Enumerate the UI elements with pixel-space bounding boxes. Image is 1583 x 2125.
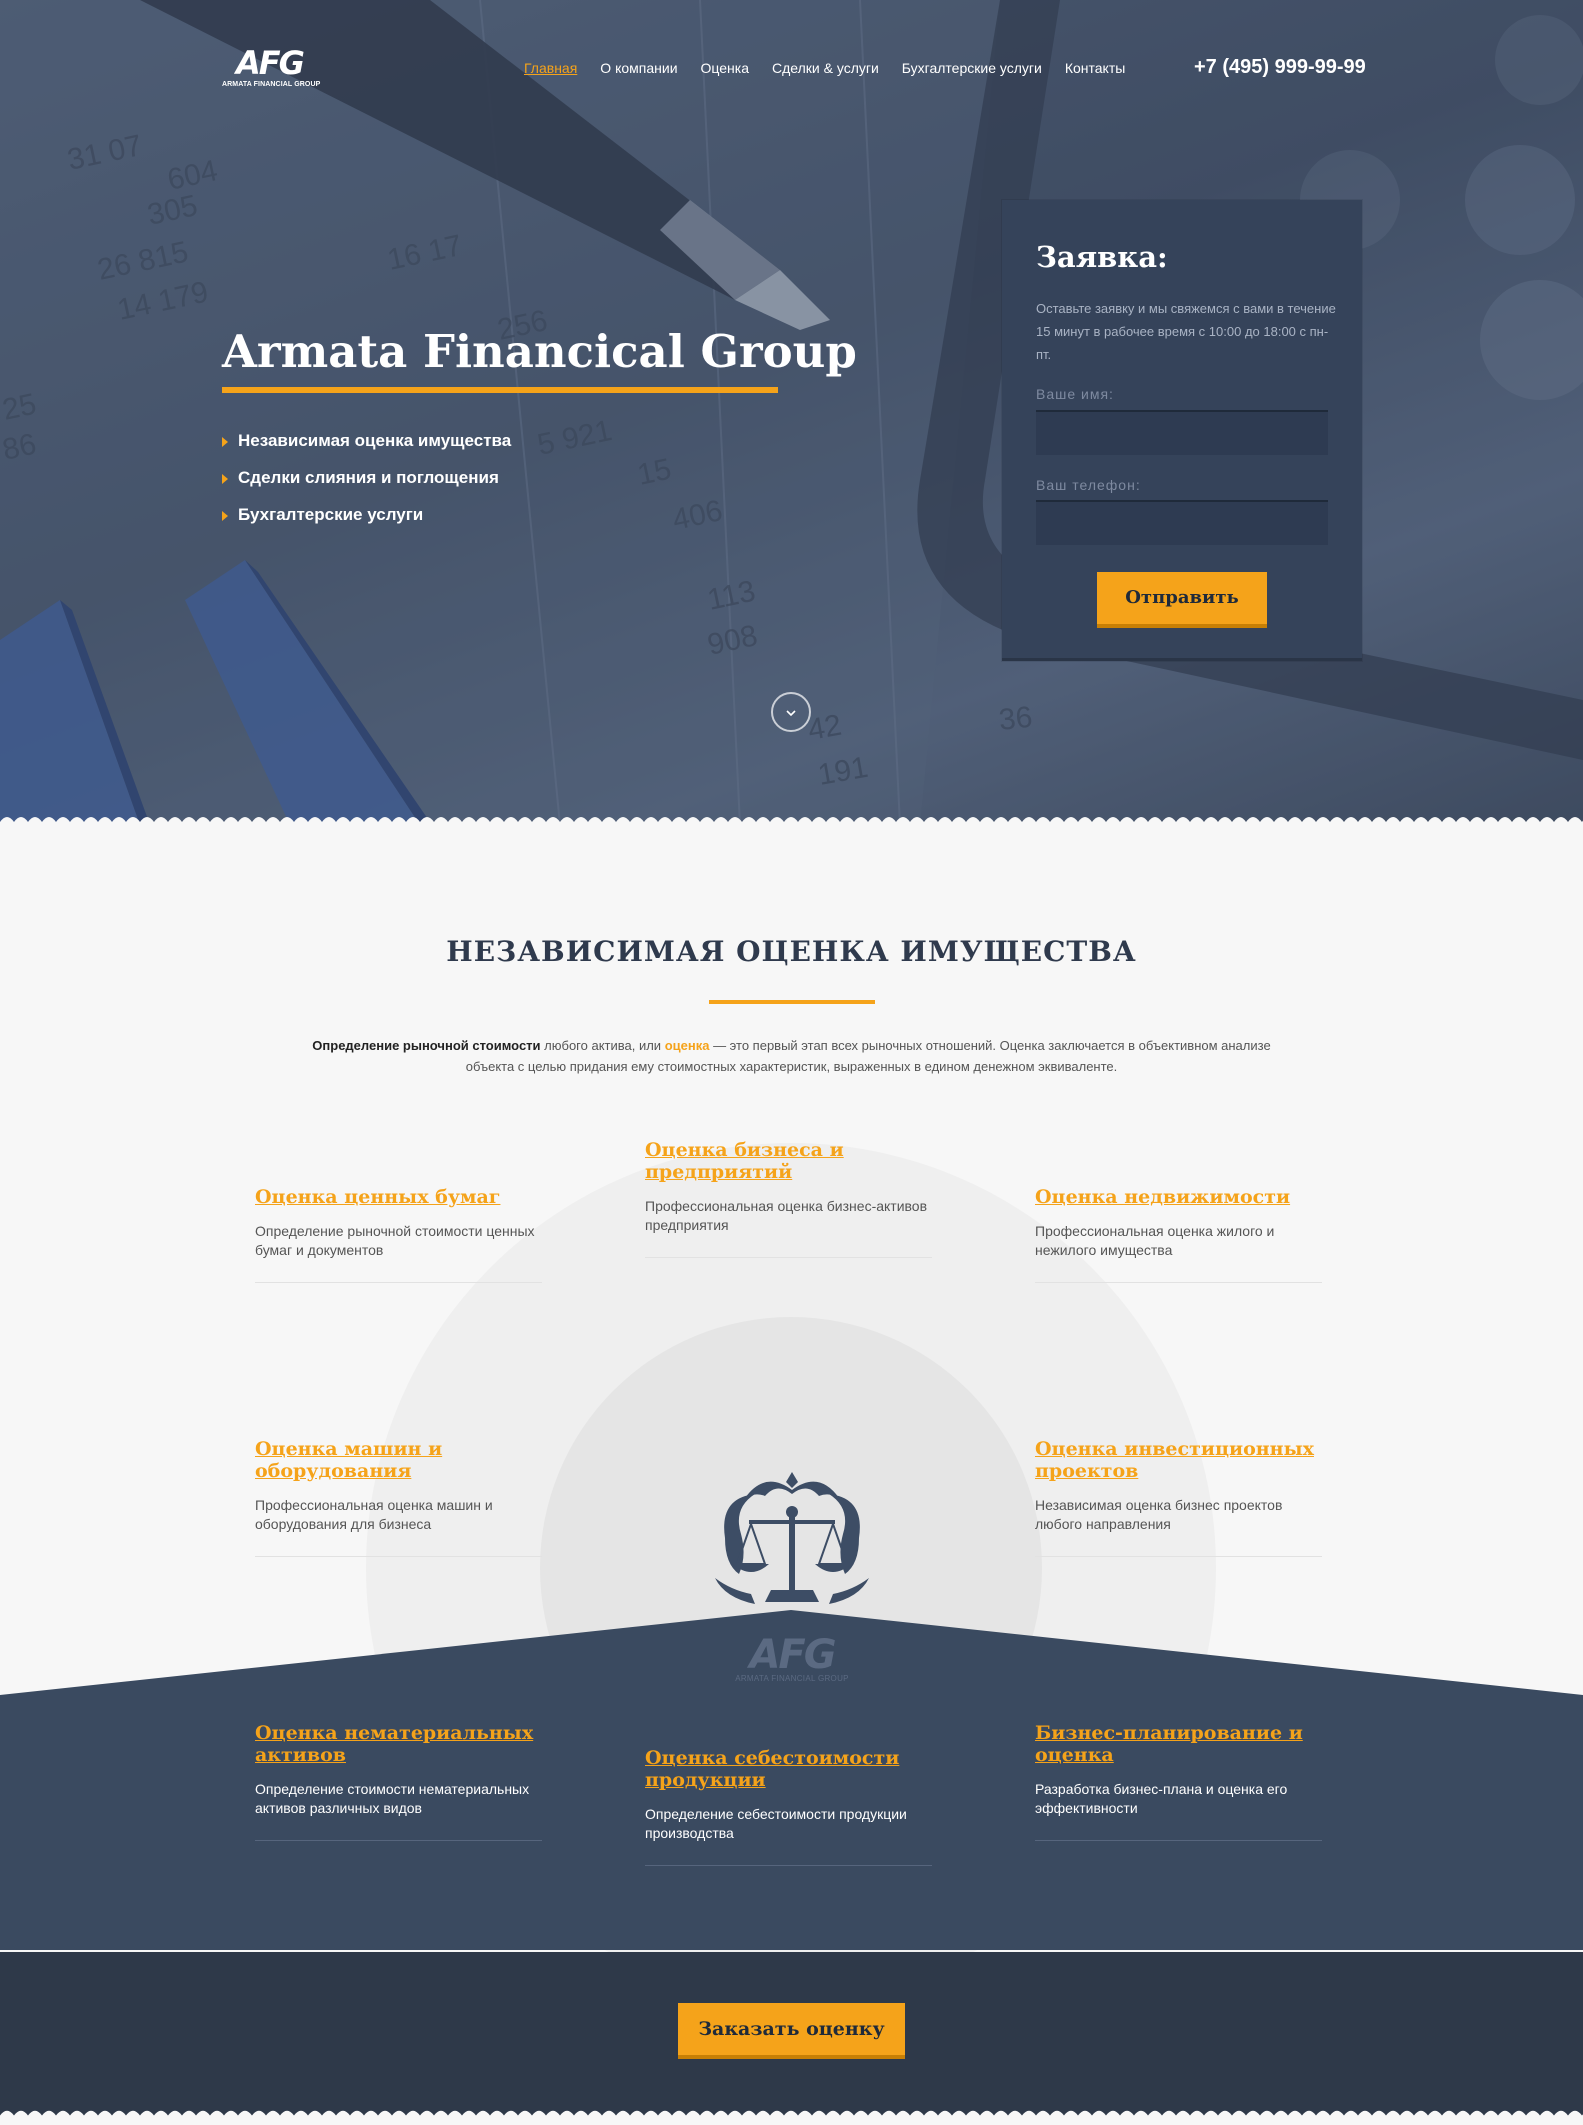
arrow-right-icon xyxy=(222,511,228,521)
service-card: Бизнес-планирование и оценка Разработка … xyxy=(1035,1722,1322,1841)
nav-item-home[interactable]: Главная xyxy=(524,60,577,76)
chevron-down-icon xyxy=(786,710,796,717)
footer-wave-divider xyxy=(0,2110,1583,2125)
service-description: Независимая оценка бизнес проектов любог… xyxy=(1035,1497,1283,1532)
hero-feature-label: Сделки слияния и поглощения xyxy=(238,468,499,487)
request-form: Заявка: Оставьте заявку и мы свяжемся с … xyxy=(1002,200,1362,661)
service-link[interactable]: Бизнес-планирование и оценка xyxy=(1035,1722,1322,1766)
service-description: Определение рыночной стоимости ценных бу… xyxy=(255,1223,535,1258)
service-link[interactable]: Оценка недвижимости xyxy=(1035,1186,1322,1208)
service-description: Профессиональная оценка бизнес-активов п… xyxy=(645,1198,928,1233)
nav-item-accounting[interactable]: Бухгалтерские услуги xyxy=(902,60,1042,76)
logo-subtitle: ARMATA FINANCIAL GROUP xyxy=(222,81,321,88)
service-link[interactable]: Оценка нематериальных активов xyxy=(255,1722,542,1766)
scroll-down-button[interactable] xyxy=(771,692,811,732)
phone-field-label: Ваш телефон: xyxy=(1036,477,1141,493)
service-card: Оценка нематериальных активов Определени… xyxy=(255,1722,542,1841)
service-link[interactable]: Оценка себестоимости продукции xyxy=(645,1747,932,1791)
hero-feature-label: Бухгалтерские услуги xyxy=(238,505,424,524)
hero-title: Armata Financical Group xyxy=(222,325,857,378)
form-title: Заявка: xyxy=(1036,240,1168,274)
nav-item-about[interactable]: О компании xyxy=(600,60,677,76)
service-link[interactable]: Оценка бизнеса и предприятий xyxy=(645,1139,932,1183)
main-nav: Главная О компании Оценка Сделки & услуг… xyxy=(524,60,1148,76)
emblem-logo-mark: AFG xyxy=(749,1632,836,1678)
service-description: Профессиональная оценка машин и оборудов… xyxy=(255,1497,493,1532)
service-link[interactable]: Оценка инвестиционных проектов xyxy=(1035,1438,1322,1482)
section-title: НЕЗАВИСИМАЯ ОЦЕНКА ИМУЩЕСТВА xyxy=(446,935,1137,968)
section-title-underline xyxy=(709,1000,875,1004)
submit-button[interactable]: Отправить xyxy=(1097,572,1267,628)
emblem-logo: AFG ARMATA FINANCIAL GROUP xyxy=(705,1632,879,1683)
form-description: Оставьте заявку и мы свяжемся с вами в т… xyxy=(1036,301,1336,362)
logo-mark: AFG xyxy=(236,44,305,82)
service-link[interactable]: Оценка ценных бумаг xyxy=(255,1186,542,1208)
order-valuation-button[interactable]: Заказать оценку xyxy=(678,2003,905,2059)
name-field-label: Ваше имя: xyxy=(1036,386,1114,402)
service-link[interactable]: Оценка машин и оборудования xyxy=(255,1438,542,1482)
service-description: Профессиональная оценка жилого и нежилог… xyxy=(1035,1223,1275,1258)
hero-feature-item: Сделки слияния и поглощения xyxy=(222,467,511,504)
site-logo[interactable]: AFG ARMATA FINANCIAL GROUP xyxy=(222,44,332,94)
section-description: Определение рыночной стоимости любого ак… xyxy=(300,1035,1283,1077)
service-description: Разработка бизнес-плана и оценка его эфф… xyxy=(1035,1781,1288,1816)
arrow-right-icon xyxy=(222,437,228,447)
nav-item-valuation[interactable]: Оценка xyxy=(701,60,750,76)
hero-title-underline xyxy=(222,387,778,393)
nav-item-contacts[interactable]: Контакты xyxy=(1065,60,1125,76)
scales-emblem-icon xyxy=(715,1472,869,1604)
nav-item-deals[interactable]: Сделки & услуги xyxy=(772,60,879,76)
emblem-logo-subtitle: ARMATA FINANCIAL GROUP xyxy=(735,1674,849,1683)
desc-highlight: оценка xyxy=(664,1038,710,1053)
hero-feature-list: Независимая оценка имущества Сделки слия… xyxy=(222,430,511,541)
phone-field[interactable] xyxy=(1036,500,1328,545)
hero-wave-divider xyxy=(0,817,1583,825)
hero-feature-label: Независимая оценка имущества xyxy=(238,431,512,450)
desc-part1: любого актива, или xyxy=(540,1038,665,1053)
hero-section: 31 07 604 305 26 815 16 17 14 179 256 25… xyxy=(0,0,1583,825)
service-card: Оценка ценных бумаг Определение рыночной… xyxy=(255,1186,542,1283)
arrow-right-icon xyxy=(222,474,228,484)
service-description: Определение себестоимости продукции прои… xyxy=(645,1806,907,1841)
service-card: Оценка себестоимости продукции Определен… xyxy=(645,1747,932,1866)
hero-feature-item: Бухгалтерские услуги xyxy=(222,504,511,541)
desc-bold: Определение рыночной стоимости xyxy=(312,1038,541,1053)
header-phone[interactable]: +7 (495) 999-99-99 xyxy=(1194,56,1366,79)
service-card: Оценка бизнеса и предприятий Профессиона… xyxy=(645,1139,932,1258)
name-field[interactable] xyxy=(1036,410,1328,455)
service-card: Оценка машин и оборудования Профессионал… xyxy=(255,1438,542,1557)
service-card: Оценка инвестиционных проектов Независим… xyxy=(1035,1438,1322,1557)
service-description: Определение стоимости нематериальных акт… xyxy=(255,1781,530,1816)
hero-feature-item: Независимая оценка имущества xyxy=(222,430,511,467)
service-card: Оценка недвижимости Профессиональная оце… xyxy=(1035,1186,1322,1283)
